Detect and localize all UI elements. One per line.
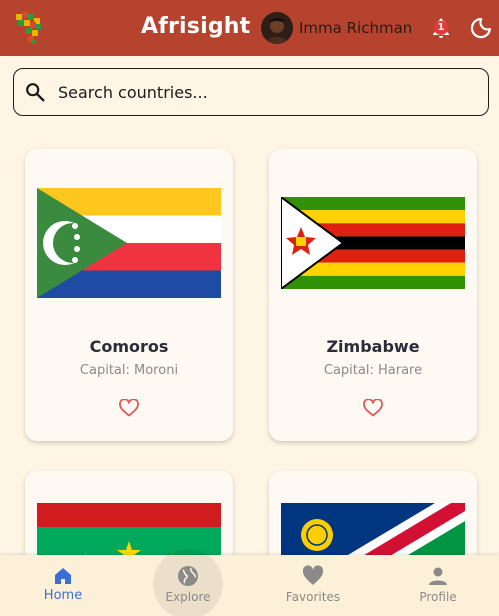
user-avatar-icon: [261, 12, 293, 44]
country-name: Zimbabwe: [326, 337, 420, 356]
country-capital: Capital: Moroni: [79, 363, 179, 378]
africa-logo-icon: [16, 12, 41, 44]
heart-icon: [302, 565, 324, 585]
search-input[interactable]: [58, 79, 468, 105]
dark-mode-moon-icon[interactable]: [469, 16, 493, 40]
nav-explore-label: Explore: [165, 590, 211, 604]
avatar[interactable]: [261, 12, 293, 44]
app-bar: Afrisight Imma Richman 1: [0, 0, 499, 56]
search-icon: [26, 83, 45, 102]
nav-home-label: Home: [43, 588, 83, 603]
nav-profile-label: Profile: [419, 590, 457, 604]
nav-explore[interactable]: Explore: [126, 555, 250, 616]
nav-home[interactable]: Home: [1, 555, 125, 616]
notification-badge: 1: [434, 21, 448, 35]
app-title: Afrisight: [141, 14, 251, 39]
nav-favorites[interactable]: Favorites: [251, 555, 375, 616]
favorite-heart-icon[interactable]: [363, 399, 383, 417]
comoros-flag: [37, 188, 221, 298]
nav-profile[interactable]: Profile: [376, 555, 499, 616]
home-icon: [55, 568, 71, 584]
search-bar[interactable]: [13, 68, 489, 116]
user-name: Imma Richman: [299, 19, 413, 37]
country-card-comoros[interactable]: Comoros Capital: Moroni: [25, 149, 233, 441]
person-icon: [429, 567, 447, 585]
nav-favorites-label: Favorites: [285, 590, 341, 604]
country-name: Comoros: [89, 337, 169, 356]
country-card-zimbabwe[interactable]: Zimbabwe Capital: Harare: [269, 149, 477, 441]
country-capital: Capital: Harare: [323, 363, 423, 378]
zimbabwe-flag: [281, 197, 465, 289]
favorite-heart-icon[interactable]: [119, 399, 139, 417]
globe-icon: [178, 566, 198, 586]
